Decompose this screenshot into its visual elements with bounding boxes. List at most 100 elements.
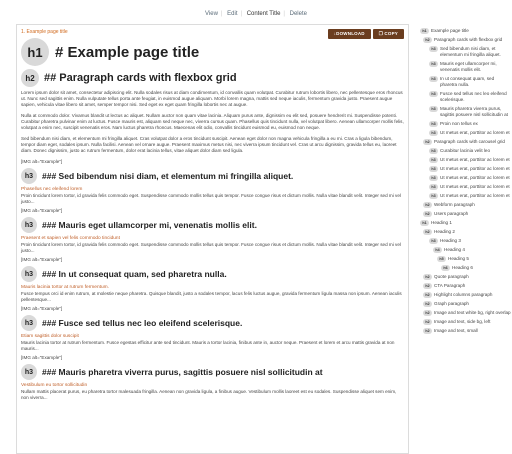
toc-item-label: Image and text, small bbox=[434, 328, 478, 333]
card-title: ### Sed bibendum nisi diam, et elementum… bbox=[42, 171, 294, 181]
toc-item[interactable]: h2 Heading 2 bbox=[420, 229, 512, 235]
toc-item-label: Mauris pharetra viverra purus, sagittis … bbox=[440, 106, 508, 117]
toc-item[interactable]: h2 Graph paragraph bbox=[420, 301, 512, 307]
toc-level-badge: h2 bbox=[423, 274, 432, 280]
toc-item-label: Ut metus erat, porttitor ac lorem et bbox=[440, 157, 510, 162]
toc-item-label: Heading 1 bbox=[431, 220, 452, 225]
toc-item[interactable]: h3 Ut metus erat, porttitor ac lorem et bbox=[420, 184, 512, 190]
toc-item[interactable]: h2 Webform paragraph bbox=[420, 202, 512, 208]
toc-item[interactable]: h2 Paragraph cards with flexbox grid bbox=[420, 37, 512, 43]
toc-level-badge: h2 bbox=[423, 328, 432, 334]
toc-item-label: In ut consequat quam, sed pharetra nulla… bbox=[440, 76, 495, 87]
image-placeholder: [IMG alt="Example"] bbox=[21, 355, 63, 360]
toc-item-label: Ut metus erat, porttitor ac lorem et bbox=[440, 166, 510, 171]
toc-level-badge: h3 bbox=[429, 106, 438, 112]
toc-level-badge: h2 bbox=[423, 301, 432, 307]
toc-item[interactable]: h3 In ut consequat quam, sed pharetra nul… bbox=[420, 76, 512, 88]
toc-item-label: Proin non tellus ex bbox=[440, 121, 478, 126]
h3-badge: h3 bbox=[21, 168, 37, 184]
toc-item[interactable]: h3 Curabitur lacinia velit leo bbox=[420, 148, 512, 154]
card-subtitle: Mauris lacinia tortor at rutrum fermentu… bbox=[21, 285, 109, 290]
section-card-1: [IMG alt="Example"] h3 ### Sed bibendum n… bbox=[21, 159, 404, 205]
toc-item-label: Curabitur lacinia velit leo bbox=[440, 148, 491, 153]
download-button[interactable]: ↓DOWNLOAD bbox=[327, 29, 371, 39]
toc-item[interactable]: h2 CTA Paragraph bbox=[420, 283, 512, 289]
table-of-contents: h1 Example page title h2 Paragraph cards wi… bbox=[420, 28, 512, 337]
section-title: ## Paragraph cards with flexbox grid bbox=[44, 72, 237, 84]
toc-item[interactable]: h2 Image and text white bg, right overlap bbox=[420, 310, 512, 316]
toc-item[interactable]: h2 Paragraph cards with carousel grid bbox=[420, 139, 512, 145]
h2-heading-row: h2 ## Paragraph cards with flexbox grid bbox=[21, 69, 404, 87]
card-subtitle: Vestibulum eu tortor sollicitudin bbox=[21, 383, 88, 388]
toc-level-badge: h2 bbox=[423, 229, 432, 235]
toc-item[interactable]: h3 Heading 3 bbox=[420, 238, 512, 244]
toc-item[interactable]: h3 Ut metus erat, porttitor ac lorem et bbox=[420, 193, 512, 199]
toc-item-label: Sed bibendum nisi diam, et elementum mi … bbox=[440, 46, 501, 57]
toc-item-label: Webform paragraph bbox=[434, 202, 475, 207]
toc-item[interactable]: h2 Users paragraph bbox=[420, 211, 512, 217]
toc-level-badge: h3 bbox=[429, 91, 438, 97]
toc-item[interactable]: h3 Proin non tellus ex bbox=[420, 121, 512, 127]
section-card-4: [IMG alt="Example"] h3 ### Fusce sed tell… bbox=[21, 306, 404, 352]
h3-badge: h3 bbox=[21, 315, 37, 331]
toc-item[interactable]: h6 Heading 6 bbox=[420, 265, 512, 271]
card-title: ### Mauris pharetra viverra purus, sagit… bbox=[42, 367, 323, 377]
card-body: Proin tincidunt lorem tortor, id gravida… bbox=[21, 193, 401, 204]
toc-level-badge: h3 bbox=[429, 121, 438, 127]
toc-item-label: Heading 6 bbox=[452, 265, 473, 270]
toc-level-badge: h3 bbox=[429, 61, 438, 67]
toc-level-badge: h3 bbox=[429, 166, 438, 172]
toc-item[interactable]: h2 Image and text, small bbox=[420, 328, 512, 334]
toc-item[interactable]: h5 Heading 5 bbox=[420, 256, 512, 262]
toc-item[interactable]: h2 Quote paragraph bbox=[420, 274, 512, 280]
toc-level-badge: h2 bbox=[423, 202, 432, 208]
toc-item[interactable]: h3 Ut metus erat, porttitor ac lorem et bbox=[420, 157, 512, 163]
toc-item[interactable]: h3 Fusce sed tellus nec leo eleifend scel… bbox=[420, 91, 512, 103]
paragraph-3: Sed bibendum nisi diam, et elementum mi … bbox=[21, 136, 397, 153]
toc-item-label: Fusce sed tellus nec leo eleifend sceler… bbox=[440, 91, 507, 102]
tab-edit[interactable]: Edit bbox=[227, 11, 237, 17]
toc-item[interactable]: h2 Image and text, side bg, left bbox=[420, 319, 512, 325]
paragraph-1: Lorem ipsum dolor sit amet, consectetur … bbox=[21, 90, 403, 107]
toc-item[interactable]: h1 Example page title bbox=[420, 28, 512, 34]
toc-item[interactable]: h2 Highlight columns paragraph bbox=[420, 292, 512, 298]
toc-item[interactable]: h3 Mauris eget ullamcorper mi, venenatis … bbox=[420, 61, 512, 73]
toc-level-badge: h2 bbox=[423, 292, 432, 298]
toc-item-label: Heading 3 bbox=[440, 238, 461, 243]
toc-item[interactable]: h3 Ut metus erat, porttitor ac lorem et bbox=[420, 175, 512, 181]
toc-item[interactable]: h3 Ut metus erat, porttitor ac lorem et bbox=[420, 166, 512, 172]
toc-item-label: Ut metus erat, porttitor ac lorem et bbox=[440, 130, 510, 135]
toc-item[interactable]: h3 Ut metus erat, porttitor ac lorem et bbox=[420, 130, 512, 136]
toc-item[interactable]: h4 Heading 4 bbox=[420, 247, 512, 253]
section-card-3: [IMG alt="Example"] h3 ### In ut consequa… bbox=[21, 257, 404, 303]
h3-badge: h3 bbox=[21, 364, 37, 380]
toc-item-label: Graph paragraph bbox=[434, 301, 469, 306]
toc-item-label: Users paragraph bbox=[434, 211, 469, 216]
card-subtitle: Phasellus nec eleifend lorem bbox=[21, 187, 83, 192]
toc-item[interactable]: h1 Heading 1 bbox=[420, 220, 512, 226]
image-placeholder: [IMG alt="Example"] bbox=[21, 257, 63, 262]
card-body: Proin tincidunt lorem tortor, id gravida… bbox=[21, 242, 401, 253]
tab-content-title[interactable]: Content Title bbox=[247, 11, 281, 17]
toc-level-badge: h2 bbox=[423, 37, 432, 43]
toc-item-label: Example page title bbox=[431, 28, 469, 33]
tab-view[interactable]: View bbox=[205, 11, 218, 17]
toc-level-badge: h2 bbox=[423, 319, 432, 325]
toc-level-badge: h3 bbox=[429, 46, 438, 52]
toc-level-badge: h3 bbox=[429, 157, 438, 163]
section-card-5: [IMG alt="Example"] h3 ### Mauris pharetr… bbox=[21, 355, 404, 401]
toc-item-label: Heading 2 bbox=[434, 229, 455, 234]
toc-level-badge: h2 bbox=[423, 139, 432, 145]
toc-item-label: Paragraph cards with flexbox grid bbox=[434, 37, 503, 42]
tab-delete[interactable]: Delete bbox=[290, 11, 307, 17]
toc-item[interactable]: h3 Sed bibendum nisi diam, et elementum m… bbox=[420, 46, 512, 58]
copy-button[interactable]: ❐ COPY bbox=[372, 29, 404, 39]
card-title: ### Fusce sed tellus nec leo eleifend sc… bbox=[42, 318, 243, 328]
card-body: Mauris lacinia tortor at rutrum fermentu… bbox=[21, 340, 395, 351]
toc-level-badge: h5 bbox=[437, 256, 446, 262]
toc-level-badge: h4 bbox=[433, 247, 442, 253]
card-title: ### Mauris eget ullamcorper mi, venenati… bbox=[42, 220, 257, 230]
section-card-2: [IMG alt="Example"] h3 ### Mauris eget ul… bbox=[21, 208, 404, 254]
toc-item[interactable]: h3 Mauris pharetra viverra purus, sagitti… bbox=[420, 106, 512, 118]
toc-item-label: Ut metus erat, porttitor ac lorem et bbox=[440, 184, 510, 189]
